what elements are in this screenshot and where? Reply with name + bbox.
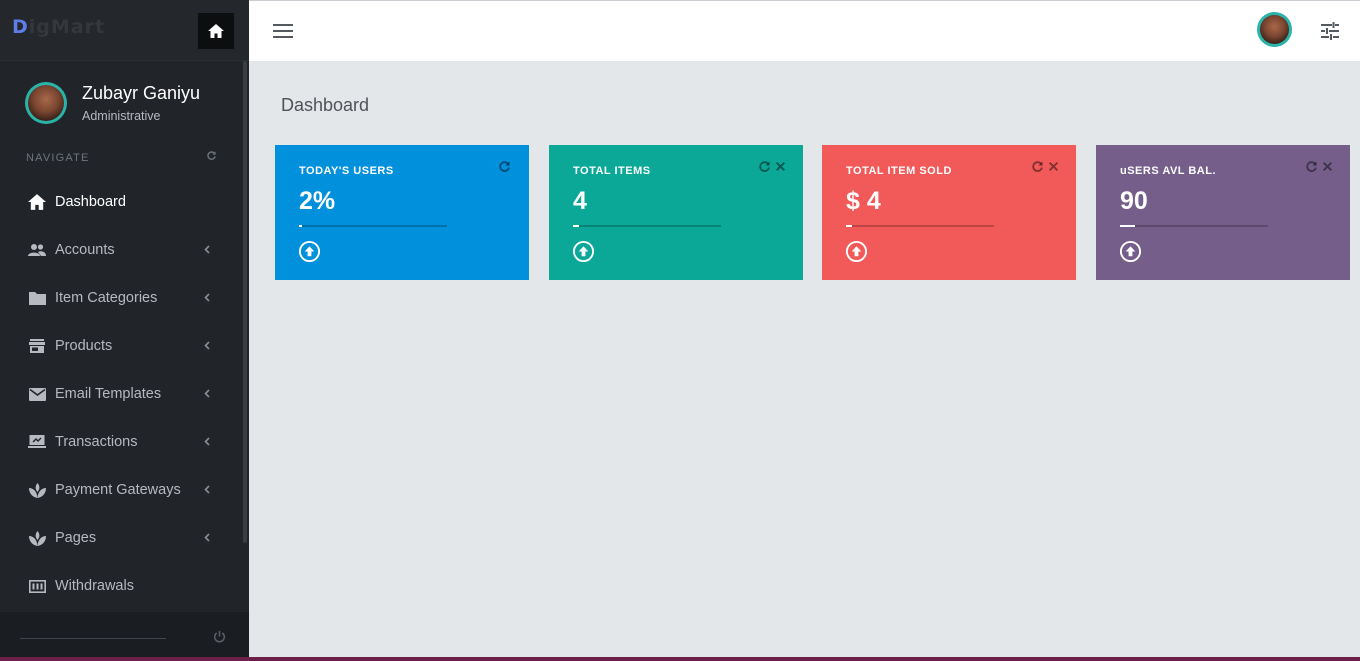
sidebar-item-accounts[interactable]: Accounts xyxy=(0,226,244,274)
stat-card: TOTAL ITEM SOLD $ 4 xyxy=(822,145,1076,280)
home-button[interactable] xyxy=(198,13,234,49)
sidebar-header: DigMart xyxy=(0,0,249,61)
close-icon[interactable] xyxy=(775,161,786,172)
nav-section-label: NAVIGATE xyxy=(26,152,90,164)
power-icon[interactable] xyxy=(213,630,226,648)
sidebar-item-dashboard[interactable]: Dashboard xyxy=(0,178,244,226)
money-icon xyxy=(28,577,46,595)
card-progress-fill xyxy=(573,225,579,227)
topbar-avatar[interactable] xyxy=(1257,12,1292,47)
sidebar-footer xyxy=(0,612,249,661)
chevron-left-icon xyxy=(204,485,210,494)
logo-text: igMart xyxy=(28,16,106,38)
arrow-up-circle-icon[interactable] xyxy=(572,240,595,263)
user-profile: Zubayr Ganiyu Administrative xyxy=(0,61,249,141)
sidebar-item-item-categories[interactable]: Item Categories xyxy=(0,274,244,322)
card-progress-bar xyxy=(846,225,994,227)
sidebar-item-label: Pages xyxy=(55,530,97,546)
sidebar-item-label: Dashboard xyxy=(55,194,126,210)
avatar[interactable] xyxy=(25,82,67,124)
app-logo[interactable]: DigMart xyxy=(12,16,105,38)
sidebar-item-payment-gateways[interactable]: Payment Gateways xyxy=(0,466,244,514)
mail-icon xyxy=(28,385,46,403)
sidebar-item-label: Email Templates xyxy=(55,386,162,402)
chevron-left-icon xyxy=(204,533,210,542)
card-tools xyxy=(1306,161,1333,172)
chevron-left-icon xyxy=(204,245,210,254)
people-icon xyxy=(28,241,46,259)
arrow-up-circle-icon[interactable] xyxy=(298,240,321,263)
arrow-up-circle-icon[interactable] xyxy=(1119,240,1142,263)
card-tools xyxy=(499,161,510,172)
refresh-icon[interactable] xyxy=(499,161,510,172)
refresh-icon[interactable] xyxy=(207,151,216,163)
arrow-up-circle-icon[interactable] xyxy=(845,240,868,263)
sidebar: DigMart Zubayr Ganiyu Administrative NAV… xyxy=(0,0,249,661)
sidebar-item-label: Transactions xyxy=(55,434,138,450)
card-progress-fill xyxy=(1120,225,1135,227)
sidebar-item-label: Item Categories xyxy=(55,290,158,306)
stat-card: TODAY'S USERS 2% xyxy=(275,145,529,280)
spa-icon xyxy=(28,529,46,547)
stat-card: uSERS AVL BAL. 90 xyxy=(1096,145,1350,280)
logo-initial: D xyxy=(12,16,29,38)
home-icon xyxy=(28,193,46,211)
sidebar-item-label: Products xyxy=(55,338,113,354)
refresh-icon[interactable] xyxy=(759,161,770,172)
page-title: Dashboard xyxy=(281,95,370,115)
chevron-left-icon xyxy=(204,437,210,446)
card-progress-bar xyxy=(573,225,721,227)
sidebar-scrollbar[interactable] xyxy=(243,61,247,543)
sidebar-item-transactions[interactable]: Transactions xyxy=(0,418,244,466)
menu-icon[interactable] xyxy=(273,24,293,40)
card-tools xyxy=(759,161,786,172)
card-label: TODAY'S USERS xyxy=(299,165,394,177)
sidebar-item-withdrawals[interactable]: Withdrawals xyxy=(0,562,244,610)
sidebar-nav: Dashboard Accounts Item Categories Products… xyxy=(0,178,244,610)
card-progress-fill xyxy=(299,225,302,227)
sidebar-item-label: Accounts xyxy=(55,242,115,258)
spa-icon xyxy=(28,481,46,499)
card-label: TOTAL ITEM SOLD xyxy=(846,165,952,177)
close-icon[interactable] xyxy=(1048,161,1059,172)
taskbar-strip xyxy=(0,657,1360,661)
card-label: TOTAL ITEMS xyxy=(573,165,651,177)
sidebar-item-label: Withdrawals xyxy=(55,578,134,594)
card-value: 2% xyxy=(299,187,336,215)
stat-card: TOTAL ITEMS 4 xyxy=(549,145,803,280)
profile-name: Zubayr Ganiyu xyxy=(82,83,201,103)
chevron-left-icon xyxy=(204,389,210,398)
card-value: 4 xyxy=(573,187,587,215)
chevron-left-icon xyxy=(204,341,210,350)
sidebar-item-products[interactable]: Products xyxy=(0,322,244,370)
card-label: uSERS AVL BAL. xyxy=(1120,165,1217,177)
top-bar xyxy=(249,0,1360,61)
card-progress-bar xyxy=(1120,225,1268,227)
card-progress-bar xyxy=(299,225,447,227)
card-value: 90 xyxy=(1120,187,1148,215)
refresh-icon[interactable] xyxy=(1306,161,1317,172)
settings-sliders-icon[interactable] xyxy=(1320,21,1340,46)
card-tools xyxy=(1032,161,1059,172)
close-icon[interactable] xyxy=(1322,161,1333,172)
footer-divider xyxy=(20,638,166,639)
sidebar-item-email-templates[interactable]: Email Templates xyxy=(0,370,244,418)
sidebar-item-pages[interactable]: Pages xyxy=(0,514,244,562)
card-value: $ 4 xyxy=(846,187,881,215)
chevron-left-icon xyxy=(204,293,210,302)
profile-role: Administrative xyxy=(82,109,161,123)
home-icon xyxy=(208,24,224,38)
refresh-icon[interactable] xyxy=(1032,161,1043,172)
folder-icon xyxy=(28,289,46,307)
laptop-icon xyxy=(28,433,46,451)
card-progress-fill xyxy=(846,225,852,227)
sidebar-item-label: Payment Gateways xyxy=(55,482,181,498)
store-icon xyxy=(28,337,46,355)
